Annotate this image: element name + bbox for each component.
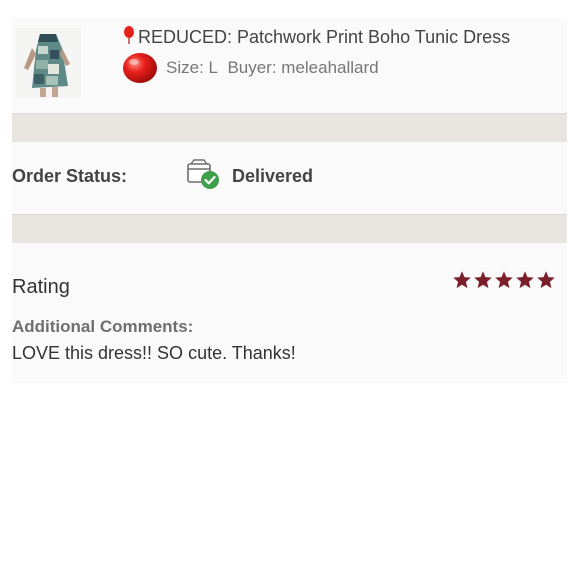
review-section: Rating Additional Comments: LOVE this dr… bbox=[12, 244, 567, 383]
star-icon bbox=[473, 270, 493, 290]
balloon-pin-icon bbox=[122, 26, 136, 44]
star-icon bbox=[515, 270, 535, 290]
listing-meta: Size: L Buyer: meleahallard bbox=[122, 52, 379, 83]
listing-title-text: REDUCED: Patchwork Print Boho Tunic Dres… bbox=[138, 27, 511, 47]
size-label: Size: L bbox=[166, 58, 218, 77]
dress-thumbnail-image bbox=[16, 28, 81, 98]
section-divider bbox=[12, 214, 567, 243]
order-status-value: Delivered bbox=[232, 166, 314, 186]
red-balloon-icon bbox=[122, 52, 158, 84]
section-divider bbox=[12, 113, 567, 142]
order-status-label: Order Status: bbox=[12, 166, 128, 186]
listing-thumbnail[interactable] bbox=[16, 28, 81, 98]
star-icon bbox=[494, 270, 514, 290]
rating-stars bbox=[452, 270, 557, 292]
buyer-label[interactable]: Buyer: meleahallard bbox=[227, 58, 378, 77]
order-status-row: Order Status: Delivered bbox=[12, 142, 567, 214]
star-icon bbox=[536, 270, 556, 290]
star-icon bbox=[452, 270, 472, 290]
rating-label: Rating bbox=[12, 276, 70, 298]
delivered-box-check-icon bbox=[186, 158, 220, 190]
order-review-card: REDUCED: Patchwork Print Boho Tunic Dres… bbox=[12, 18, 567, 383]
listing-row[interactable]: REDUCED: Patchwork Print Boho Tunic Dres… bbox=[12, 18, 567, 113]
comments-label: Additional Comments: bbox=[12, 317, 194, 336]
listing-title[interactable]: REDUCED: Patchwork Print Boho Tunic Dres… bbox=[122, 26, 562, 52]
comment-text: LOVE this dress!! SO cute. Thanks! bbox=[12, 343, 296, 363]
